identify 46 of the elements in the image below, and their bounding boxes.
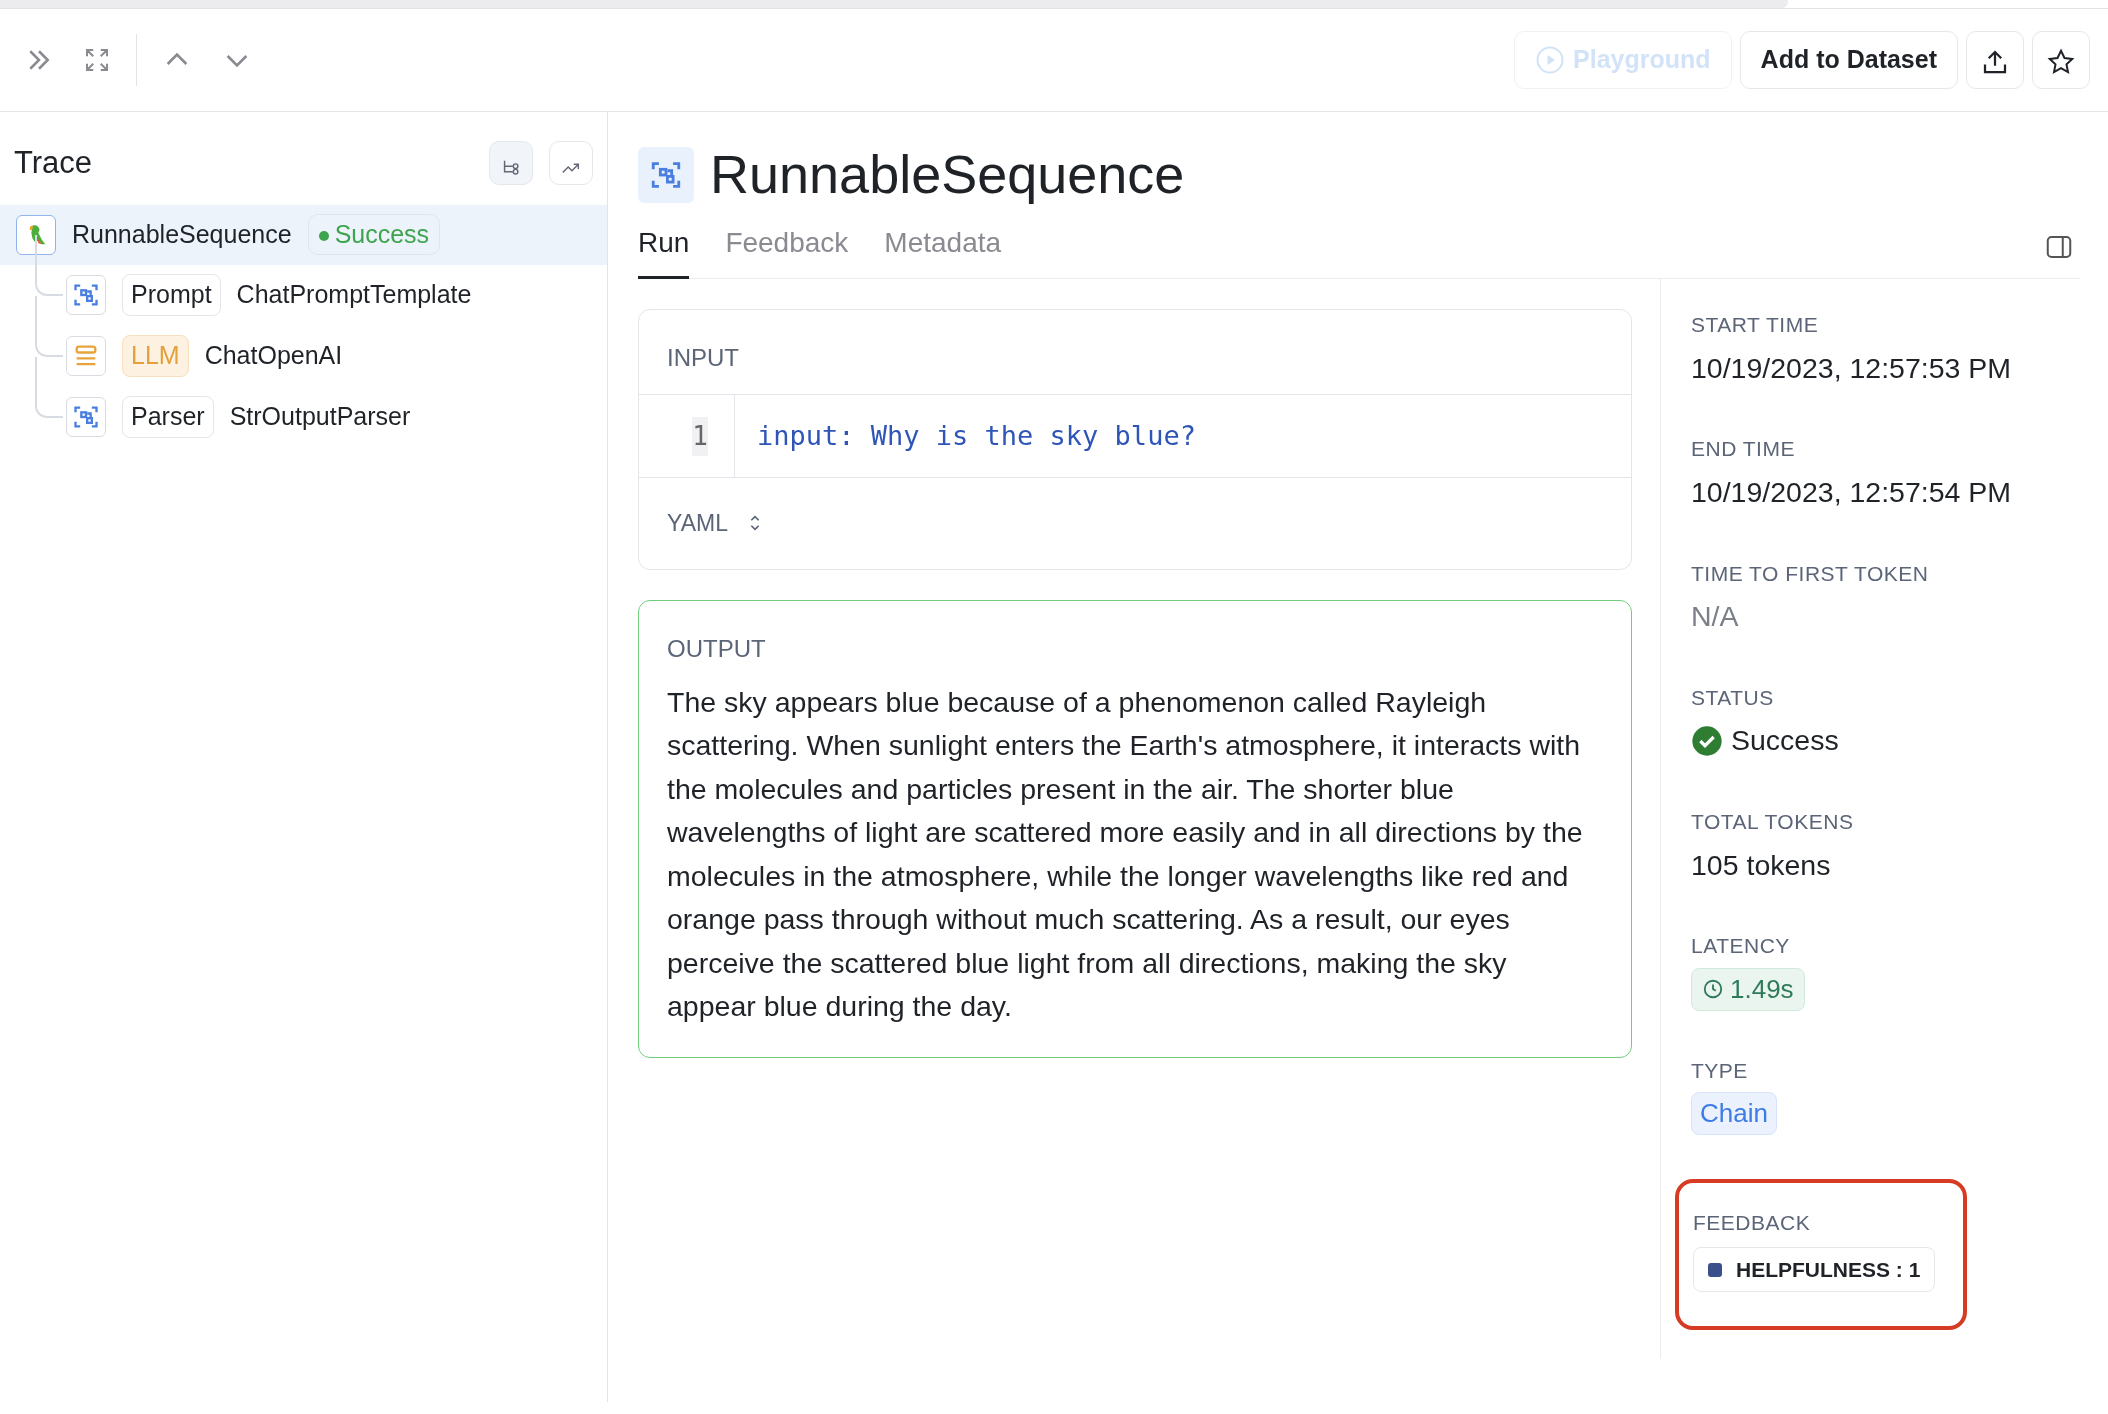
favorite-button[interactable] [2032, 31, 2090, 89]
tab[interactable]: Run [638, 215, 690, 279]
output-text: The sky appears blue because of a phenomenon called Rayleigh scattering. When sunlight enters the Earth's atmosphere, it interacts with the molecules and particles present in the air. The shorter blue wavelengths of light are scattered more easily and in all directions by the molecules in the atmosphere, while the longer wavelengths like red and orange pass through without much scattering. As a result, our eyes perceive the scattered blue light from all directions, making the sky appear blue during the day. [666, 684, 1584, 1024]
line-number: 1 [692, 416, 708, 456]
field-value: 105 tokens [1691, 847, 1832, 883]
status-text: Success [1731, 723, 1839, 759]
star-icon [2046, 46, 2076, 77]
field-label: TOTAL TOKENS [1691, 809, 1855, 835]
clock-icon [1702, 978, 1724, 1001]
add-to-dataset-button[interactable]: Add to Dataset [1739, 31, 1958, 89]
tree-connector [35, 234, 63, 296]
section-title: OUTPUT [666, 633, 767, 664]
status-badge: Success [307, 213, 441, 256]
section-title: INPUT [666, 343, 740, 373]
waterfall-view-button[interactable] [549, 141, 593, 186]
field-value: 10/19/2023, 12:57:54 PM [1691, 474, 2013, 510]
tree-row[interactable]: RunnableSequence Success [0, 204, 607, 265]
run-type-tag: LLM [122, 335, 189, 377]
code-line: input: Why is the sky blue? [756, 418, 1196, 453]
field-label: STATUS [1691, 684, 1775, 711]
latency-badge: 1.49s [1691, 967, 1805, 1011]
run-type-tag: Parser [122, 396, 214, 438]
tree-connector [35, 356, 63, 418]
play-icon [1535, 45, 1566, 75]
tree-row[interactable]: LLM ChatOpenAI [62, 325, 607, 387]
panel-title: Trace [14, 144, 93, 182]
run-title: RunnableSequence [710, 143, 1185, 206]
scroll-bar[interactable] [0, 0, 1788, 8]
field-value: N/A [1691, 599, 1740, 634]
tree-view-button[interactable] [489, 141, 533, 186]
field-label: END TIME [1691, 436, 1796, 463]
field-label: TIME TO FIRST TOKEN [1691, 560, 1930, 587]
check-circle-icon [1691, 724, 1723, 757]
field-label: LATENCY [1691, 933, 1791, 960]
run-type-tag: Prompt [122, 274, 221, 316]
tree-connector [35, 295, 63, 357]
field-label: FEEDBACK [1693, 1210, 1812, 1237]
field-label: START TIME [1691, 312, 1820, 338]
feedback-tag[interactable]: HELPFULNESS : 1 [1693, 1246, 1936, 1293]
tree-row[interactable]: Prompt ChatPromptTemplate [62, 264, 607, 326]
type-badge: Chain [1691, 1092, 1777, 1136]
share-button[interactable] [1966, 31, 2024, 89]
field-label: TYPE [1691, 1057, 1749, 1084]
tree-row[interactable]: Parser StrOutputParser [62, 386, 607, 448]
field-value: 10/19/2023, 12:57:53 PM [1691, 350, 2013, 386]
format-selector[interactable]: YAML [667, 506, 766, 541]
